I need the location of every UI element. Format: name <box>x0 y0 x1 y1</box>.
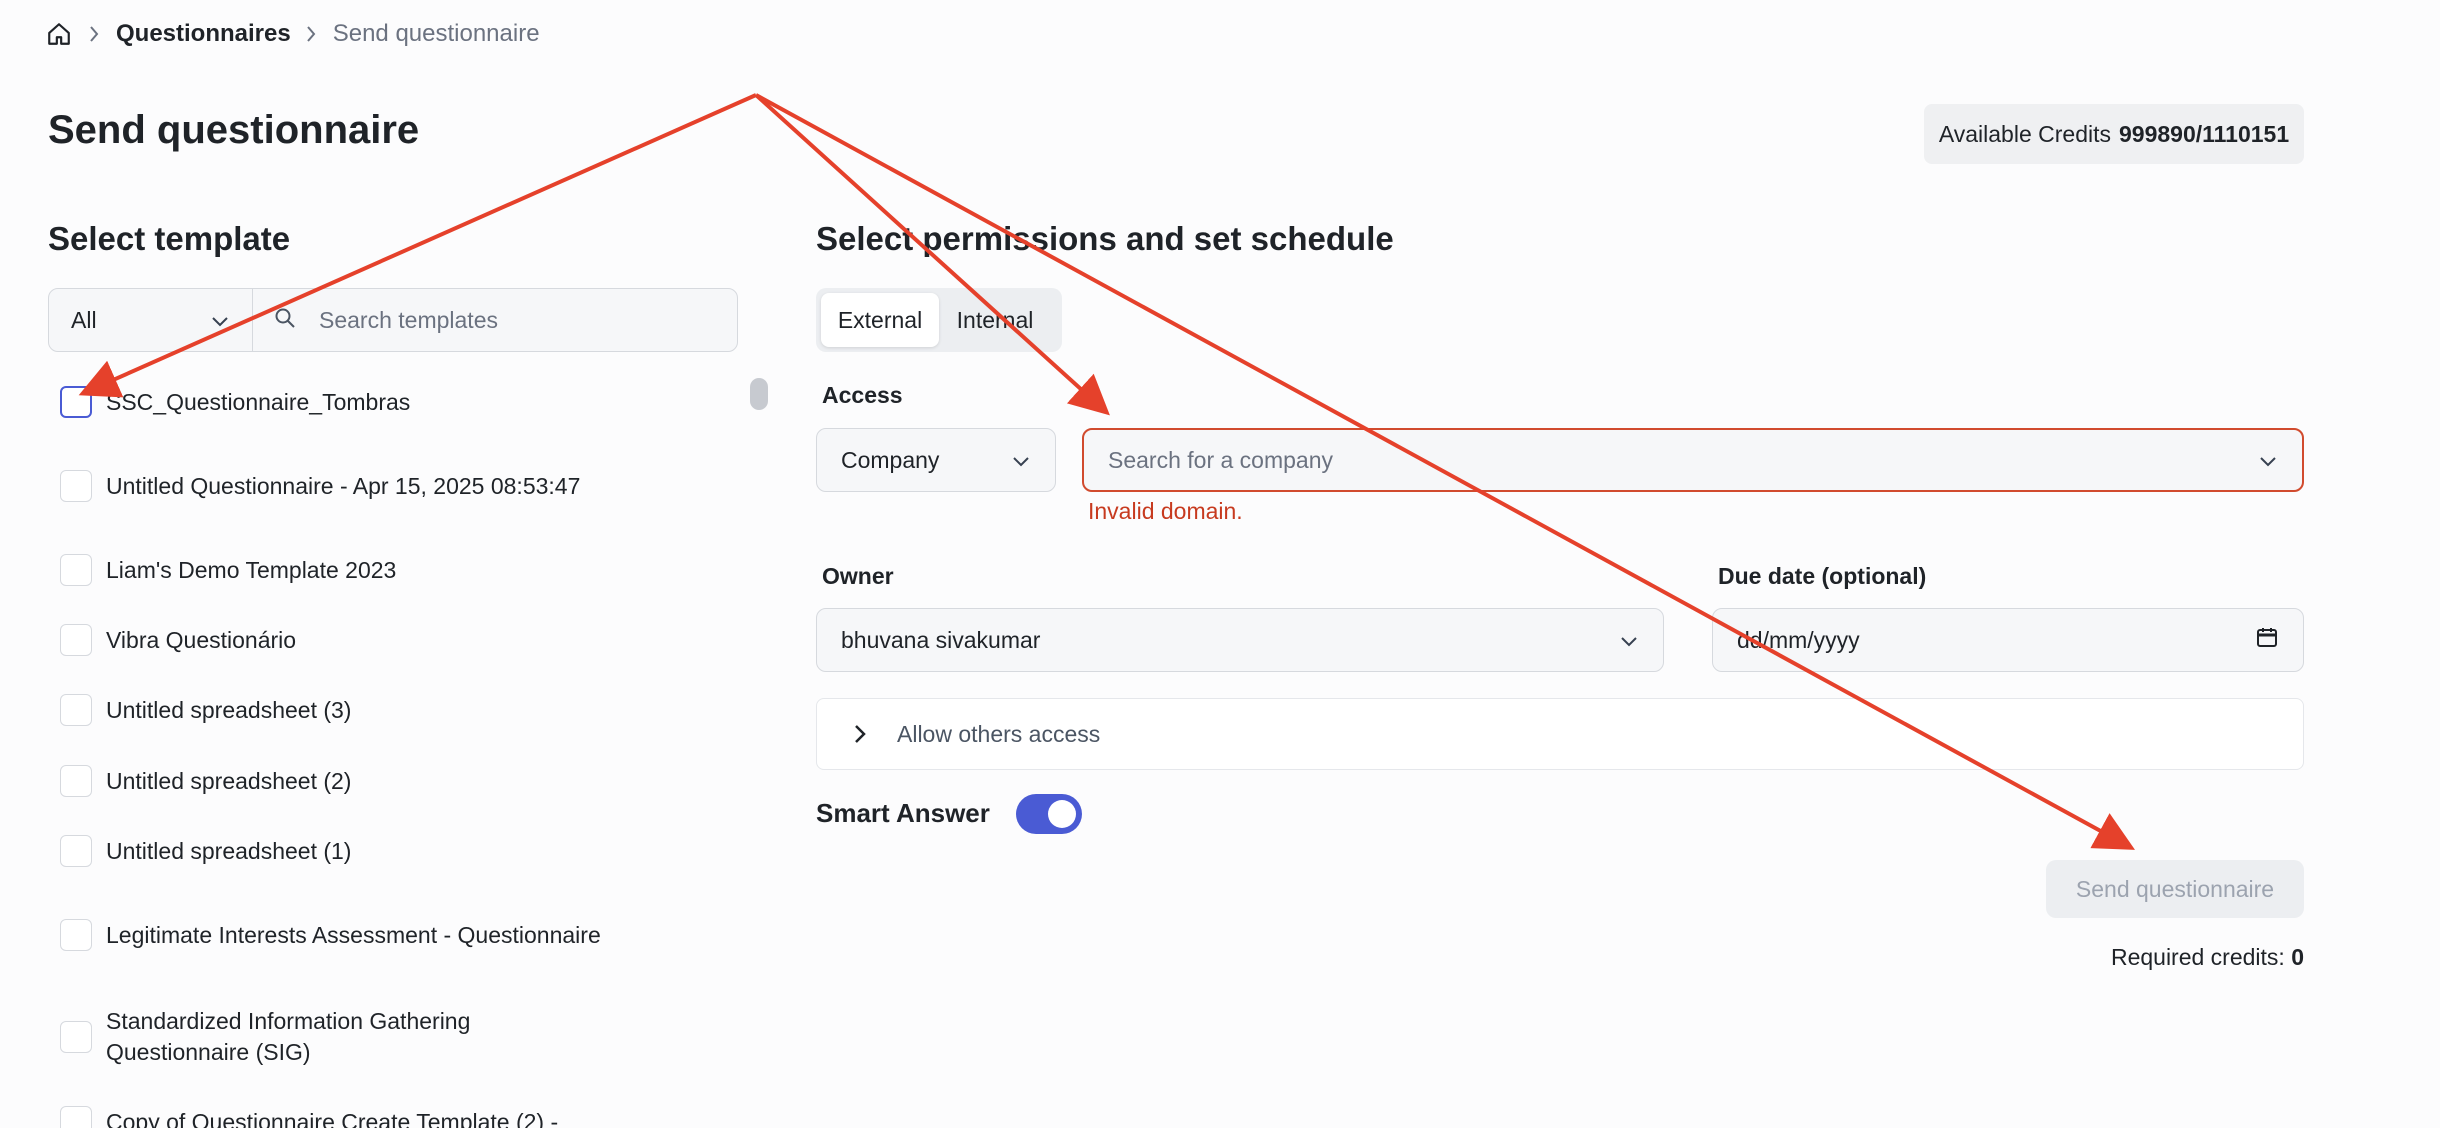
template-search-input[interactable] <box>317 305 717 335</box>
template-checkbox[interactable] <box>60 1021 92 1053</box>
search-icon <box>273 306 297 335</box>
allow-others-access-toggle[interactable]: Allow others access <box>816 698 2304 770</box>
owner-select[interactable]: bhuvana sivakumar <box>816 608 1664 672</box>
template-label: Vibra Questionário <box>106 626 297 653</box>
smart-answer-label: Smart Answer <box>816 798 990 828</box>
due-date-label: Due date (optional) <box>1718 563 1927 589</box>
template-filter-bar: All <box>48 288 738 352</box>
template-checkbox[interactable] <box>60 470 92 502</box>
template-category-value: All <box>71 306 97 333</box>
toggle-knob <box>1048 800 1076 828</box>
required-credits: Required credits: 0 <box>2111 944 2304 971</box>
list-item[interactable]: Copy of Questionnaire Create Template (2… <box>48 1106 748 1128</box>
list-item[interactable]: Vibra Questionário <box>48 624 748 656</box>
breadcrumb: Questionnaires Send questionnaire <box>46 16 540 52</box>
template-label: Standardized Information Gathering Quest… <box>106 1008 471 1065</box>
credits-value: 999890/1110151 <box>2119 120 2290 147</box>
template-checkbox[interactable] <box>60 554 92 586</box>
template-checkbox[interactable] <box>60 765 92 797</box>
template-search <box>253 289 737 351</box>
permissions-heading: Select permissions and set schedule <box>816 220 1394 257</box>
list-item[interactable]: Liam's Demo Template 2023 <box>48 554 748 586</box>
template-checkbox[interactable] <box>60 919 92 951</box>
home-icon[interactable] <box>46 20 74 48</box>
access-type-value: Company <box>841 446 940 473</box>
chevron-down-icon <box>1619 627 1639 654</box>
tab-external[interactable]: External <box>821 293 939 347</box>
list-item[interactable]: Untitled spreadsheet (1) <box>48 835 748 867</box>
access-type-select[interactable]: Company <box>816 428 1056 492</box>
template-checkbox[interactable] <box>60 694 92 726</box>
chevron-down-icon <box>2258 447 2278 474</box>
template-checkbox[interactable] <box>60 624 92 656</box>
calendar-icon[interactable] <box>2255 625 2279 655</box>
template-list: SSC_Questionnaire_Tombras Untitled Quest… <box>48 370 768 1128</box>
chevron-down-icon <box>1011 447 1031 474</box>
tab-internal[interactable]: Internal <box>939 293 1051 347</box>
list-item[interactable]: SSC_Questionnaire_Tombras <box>48 386 748 418</box>
company-error-message: Invalid domain. <box>1088 498 1243 524</box>
template-checkbox[interactable] <box>60 835 92 867</box>
list-item[interactable]: Legitimate Interests Assessment - Questi… <box>48 919 748 951</box>
template-label: Legitimate Interests Assessment - Questi… <box>106 921 601 948</box>
company-search-placeholder: Search for a company <box>1108 446 1334 473</box>
list-item[interactable]: Untitled Questionnaire - Apr 15, 2025 08… <box>48 470 748 502</box>
template-category-select[interactable]: All <box>49 289 253 351</box>
send-questionnaire-button[interactable]: Send questionnaire <box>2046 860 2304 918</box>
template-checkbox[interactable] <box>60 386 92 418</box>
template-label: Liam's Demo Template 2023 <box>106 556 397 583</box>
smart-answer-toggle[interactable] <box>1016 794 1082 834</box>
template-label: SSC_Questionnaire_Tombras <box>106 388 411 415</box>
breadcrumb-current: Send questionnaire <box>332 20 540 47</box>
credits-label: Available Credits <box>1938 120 2111 147</box>
due-date-input[interactable]: dd/mm/yyyy <box>1712 608 2304 672</box>
chevron-down-icon <box>210 307 230 334</box>
list-item[interactable]: Untitled spreadsheet (3) <box>48 694 748 726</box>
due-date-placeholder: dd/mm/yyyy <box>1737 626 1860 653</box>
template-label: Untitled Questionnaire - Apr 15, 2025 08… <box>106 472 581 499</box>
template-label: Untitled spreadsheet (1) <box>106 837 352 864</box>
company-search-select[interactable]: Search for a company <box>1082 428 2304 492</box>
owner-label: Owner <box>822 563 894 589</box>
owner-value: bhuvana sivakumar <box>841 626 1041 653</box>
permission-tabs: External Internal <box>816 288 1062 352</box>
select-template-heading: Select template <box>48 220 291 257</box>
template-list-scrollbar[interactable] <box>750 378 768 410</box>
chevron-right-icon <box>305 22 319 46</box>
required-credits-value: 0 <box>2291 944 2304 970</box>
required-credits-label: Required credits: <box>2110 944 2285 970</box>
allow-others-label: Allow others access <box>897 720 1101 747</box>
breadcrumb-link-questionnaires[interactable]: Questionnaires <box>116 20 291 48</box>
list-item[interactable]: Standardized Information Gathering Quest… <box>48 1006 748 1068</box>
access-label: Access <box>822 382 903 408</box>
list-item[interactable]: Untitled spreadsheet (2) <box>48 765 748 797</box>
template-checkbox[interactable] <box>60 1106 92 1128</box>
page-title: Send questionnaire <box>48 108 420 152</box>
template-label: Untitled spreadsheet (3) <box>106 696 352 723</box>
chevron-right-icon <box>853 723 873 745</box>
template-label: Untitled spreadsheet (2) <box>106 767 352 794</box>
available-credits-badge: Available Credits 999890/1110151 <box>1924 104 2304 164</box>
chevron-right-icon <box>88 22 102 46</box>
template-label: Copy of Questionnaire Create Template (2… <box>106 1108 559 1128</box>
